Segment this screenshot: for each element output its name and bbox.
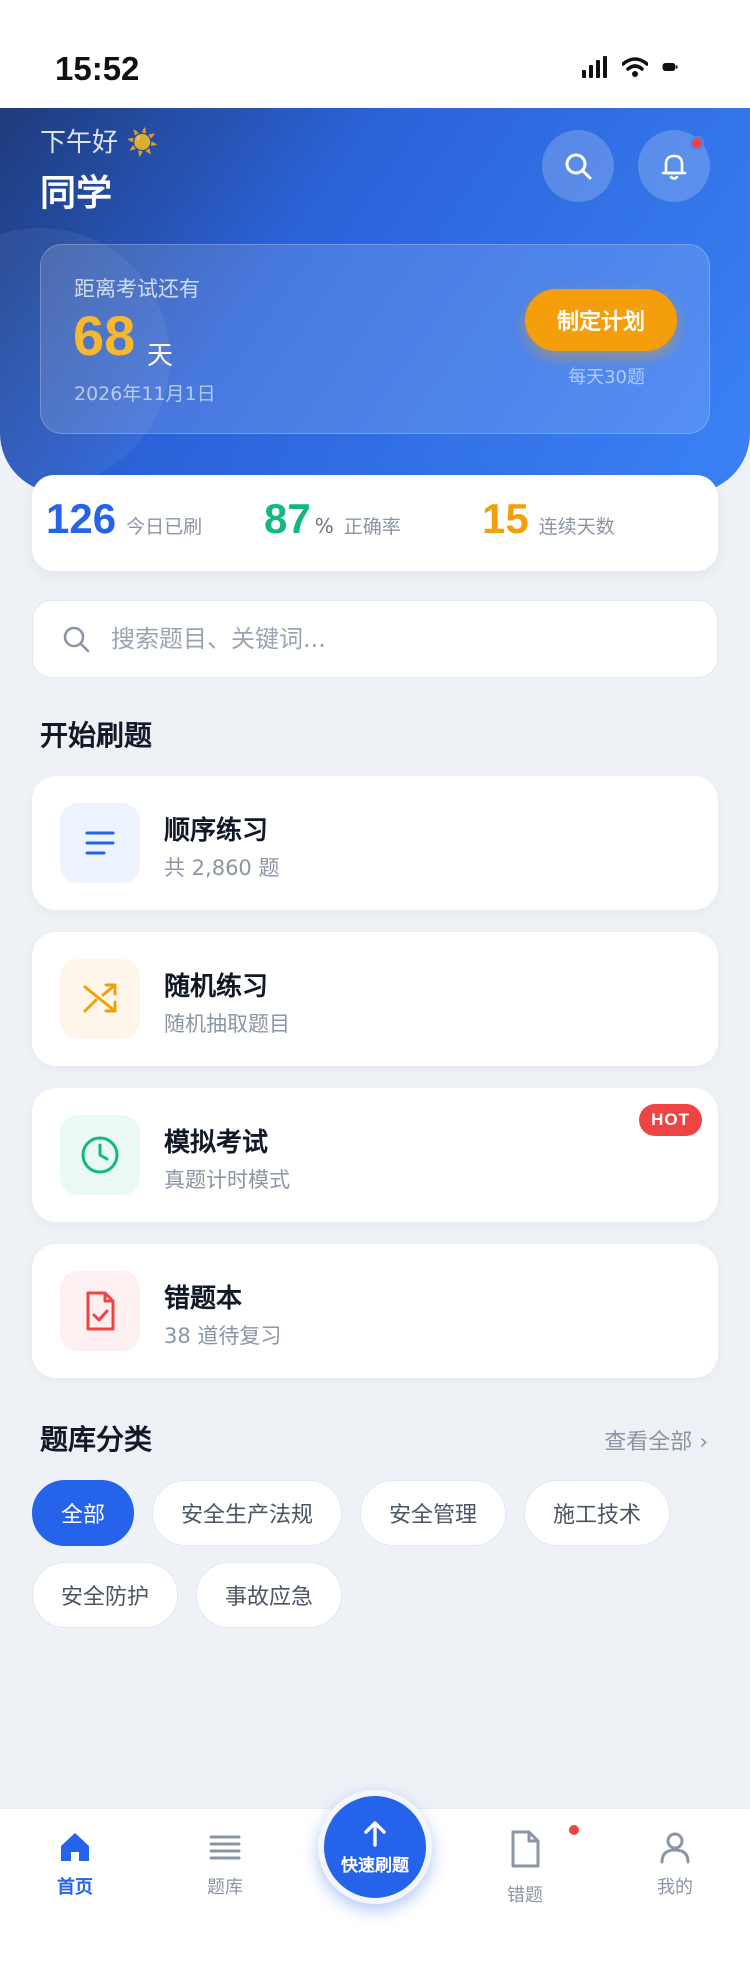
notification-dot — [690, 136, 704, 150]
stat-value: 87 — [264, 495, 311, 542]
quick-practice-label: 快速刷题 — [341, 1855, 409, 1876]
practice-card-subtitle: 随机抽取题目 — [164, 1012, 290, 1036]
stat-label: 正确率 — [343, 516, 401, 538]
arrow-up-icon — [364, 1820, 386, 1847]
category-chip-all[interactable]: 全部 — [32, 1480, 135, 1546]
tab-profile[interactable]: 我的 — [625, 1829, 725, 1899]
stats-card: 126 今日已刷 87 % 正确率 15 连续天数 — [32, 475, 718, 571]
stat-label: 今日已刷 — [126, 516, 203, 538]
practice-card-subtitle: 真题计时模式 — [164, 1168, 290, 1192]
stat-value: 126 — [46, 495, 117, 542]
document-check-icon — [60, 1271, 140, 1351]
exam-days-unit: 天 — [147, 341, 174, 371]
shuffle-icon — [60, 959, 140, 1039]
tab-label: 错题 — [507, 1885, 543, 1906]
signal-icon — [582, 56, 607, 78]
tab-question-bank[interactable]: 题库 — [175, 1829, 275, 1899]
category-chip[interactable]: 施工技术 — [524, 1480, 671, 1546]
practice-section-title: 开始刷题 — [40, 719, 153, 752]
category-chip[interactable]: 安全防护 — [32, 1562, 179, 1628]
list-icon — [60, 803, 140, 883]
stat-today-count: 126 今日已刷 — [46, 495, 202, 543]
home-icon — [61, 1833, 89, 1861]
plan-subtitle: 每天30题 — [568, 367, 645, 388]
quick-practice-button[interactable]: 快速刷题 — [318, 1790, 432, 1904]
tab-label: 首页 — [57, 1877, 93, 1898]
user-name: 同学 — [40, 173, 113, 214]
hot-badge: HOT — [639, 1104, 702, 1136]
category-chips: 全部 安全生产法规 安全管理 施工技术 安全防护 事故应急 — [32, 1480, 732, 1628]
status-icons — [582, 56, 678, 78]
stat-label: 连续天数 — [538, 516, 615, 538]
practice-card-title: 模拟考试 — [164, 1128, 269, 1158]
category-section-title: 题库分类 — [40, 1423, 153, 1456]
tab-label: 我的 — [657, 1877, 693, 1898]
stat-streak: 15 连续天数 — [482, 495, 615, 543]
notification-dot — [569, 1825, 579, 1835]
wifi-icon — [622, 57, 648, 77]
status-bar: 15:52 — [0, 0, 750, 108]
menu-icon — [209, 1835, 241, 1860]
view-all-link[interactable]: 查看全部 › — [604, 1424, 708, 1456]
category-chip[interactable]: 安全管理 — [360, 1480, 507, 1546]
stat-value: 15 — [482, 495, 529, 542]
document-icon — [511, 1830, 540, 1868]
practice-card-subtitle: 38 道待复习 — [164, 1324, 282, 1348]
search-input[interactable] — [111, 625, 671, 653]
stat-suffix: % — [314, 514, 334, 538]
search-button[interactable] — [542, 130, 614, 202]
practice-card-sequential[interactable]: 顺序练习 共 2,860 题 — [32, 776, 718, 910]
clock-icon — [60, 1115, 140, 1195]
practice-card-subtitle: 共 2,860 题 — [164, 856, 280, 880]
exam-days-count: 68 — [73, 304, 136, 367]
notification-button[interactable] — [638, 130, 710, 202]
user-icon — [660, 1832, 690, 1864]
category-chip[interactable]: 安全生产法规 — [152, 1480, 343, 1546]
stat-accuracy: 87 % 正确率 — [264, 495, 401, 543]
greeting-text: 下午好 ☀️ — [40, 128, 159, 158]
tab-wrong-answers[interactable]: 错题 — [475, 1825, 579, 1907]
tab-label: 题库 — [207, 1877, 243, 1898]
exam-countdown-label: 距离考试还有 — [74, 277, 200, 301]
practice-card-mock-exam[interactable]: 模拟考试 真题计时模式 HOT — [32, 1088, 718, 1222]
tab-home[interactable]: 首页 — [25, 1829, 125, 1899]
status-time: 15:52 — [55, 50, 140, 87]
hero-header: 下午好 ☀️ 同学 距离考试还有 68 天 2026年11月1日 制定计划 每天… — [0, 108, 750, 493]
exam-date: 2026年11月1日 — [74, 383, 216, 405]
practice-card-random[interactable]: 随机练习 随机抽取题目 — [32, 932, 718, 1066]
practice-card-title: 随机练习 — [164, 972, 269, 1002]
search-bar[interactable] — [32, 600, 718, 678]
exam-countdown-card: 距离考试还有 68 天 2026年11月1日 制定计划 每天30题 — [40, 244, 710, 434]
practice-card-title: 顺序练习 — [164, 816, 269, 846]
practice-card-wrong-answers[interactable]: 错题本 38 道待复习 — [32, 1244, 718, 1378]
bell-icon — [661, 154, 687, 180]
tab-icon-wrapper — [507, 1825, 579, 1873]
search-icon — [63, 626, 90, 653]
category-chip[interactable]: 事故应急 — [196, 1562, 343, 1628]
search-icon — [565, 153, 592, 180]
make-plan-button[interactable]: 制定计划 — [525, 289, 677, 351]
battery-icon — [662, 63, 678, 71]
practice-card-title: 错题本 — [164, 1284, 243, 1314]
